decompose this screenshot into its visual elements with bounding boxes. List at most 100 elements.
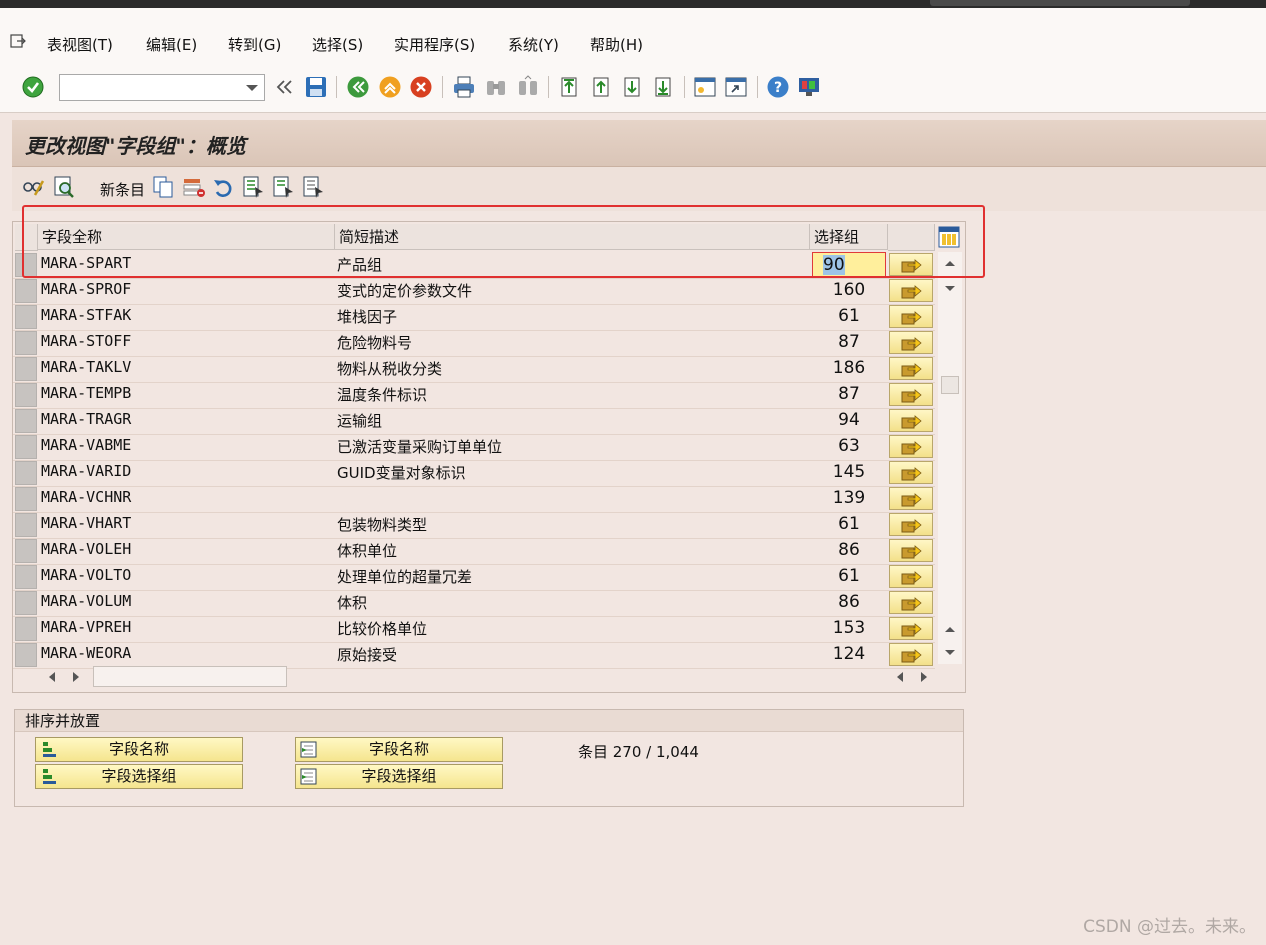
row-navigate-button[interactable] [889, 279, 933, 302]
selection-group-input[interactable]: 86 [812, 538, 886, 563]
sort-by-field-name-button[interactable]: 字段名称 [35, 737, 243, 762]
row-navigate-button[interactable] [889, 305, 933, 328]
selection-group-input[interactable]: 61 [812, 564, 886, 589]
column-header-short-description[interactable]: 简短描述 [335, 224, 810, 250]
select-block-icon[interactable] [271, 175, 295, 199]
new-entries-button[interactable]: 新条目 [100, 179, 145, 200]
selection-group-input[interactable]: 186 [812, 356, 886, 381]
customize-layout-icon[interactable] [797, 75, 821, 99]
row-navigate-button[interactable] [889, 565, 933, 588]
last-page-icon[interactable] [651, 75, 675, 99]
menu-goto[interactable]: 转到(G) [228, 34, 281, 55]
row-navigate-button[interactable] [889, 513, 933, 536]
back-icon[interactable] [346, 75, 370, 99]
menu-selection[interactable]: 选择(S) [312, 34, 363, 55]
dropdown-arrow-icon[interactable] [246, 85, 258, 91]
row-selector[interactable] [15, 617, 37, 641]
horizontal-scroll-thumb[interactable] [93, 666, 287, 687]
undo-change-icon[interactable] [211, 175, 235, 199]
find-next-icon[interactable] [516, 75, 540, 99]
display-change-glasses-icon[interactable] [21, 175, 45, 199]
row-navigate-button[interactable] [889, 253, 933, 276]
row-selector[interactable] [15, 513, 37, 537]
exit-icon[interactable] [378, 75, 402, 99]
row-selector[interactable] [15, 643, 37, 667]
find-icon[interactable] [484, 75, 508, 99]
row-navigate-button[interactable] [889, 487, 933, 510]
selection-group-input[interactable]: 86 [812, 590, 886, 615]
scroll-down-arrow-icon[interactable] [943, 284, 957, 294]
menu-exit-icon[interactable] [10, 34, 26, 48]
row-selector[interactable] [15, 331, 37, 355]
row-navigate-button[interactable] [889, 357, 933, 380]
selection-group-input[interactable]: 160 [812, 278, 886, 303]
horizontal-scrollbar[interactable] [41, 666, 961, 688]
row-navigate-button[interactable] [889, 539, 933, 562]
column-header-field-name[interactable]: 字段全称 [38, 224, 335, 250]
save-icon[interactable] [304, 75, 328, 99]
scroll-left-arrow-icon[interactable] [47, 671, 57, 683]
vertical-scrollbar[interactable] [938, 252, 962, 664]
table-settings-icon[interactable] [938, 226, 960, 248]
position-by-field-group-button[interactable]: 字段选择组 [295, 764, 503, 789]
collapse-double-chevron-icon[interactable] [272, 75, 296, 99]
scroll-page-up-arrow-icon[interactable] [943, 624, 957, 634]
next-page-icon[interactable] [620, 75, 644, 99]
selection-group-input[interactable]: 90 [812, 252, 886, 277]
select-all-header[interactable] [15, 224, 38, 251]
selection-group-input[interactable]: 61 [812, 512, 886, 537]
copy-as-icon[interactable] [151, 175, 175, 199]
row-navigate-button[interactable] [889, 435, 933, 458]
delete-icon[interactable] [182, 175, 206, 199]
selection-group-input[interactable]: 94 [812, 408, 886, 433]
selection-group-input[interactable]: 153 [812, 616, 886, 641]
row-selector[interactable] [15, 409, 37, 433]
scroll-page-down-arrow-icon[interactable] [943, 648, 957, 658]
row-selector[interactable] [15, 435, 37, 459]
create-session-icon[interactable] [693, 75, 717, 99]
row-selector[interactable] [15, 253, 37, 277]
enter-check-icon[interactable] [21, 75, 45, 99]
scroll-up-arrow-icon[interactable] [943, 258, 957, 268]
selection-group-input[interactable]: 61 [812, 304, 886, 329]
column-header-selection-group[interactable]: 选择组 [810, 224, 888, 250]
menu-system[interactable]: 系统(Y) [508, 34, 559, 55]
row-navigate-button[interactable] [889, 617, 933, 640]
selection-group-input[interactable]: 145 [812, 460, 886, 485]
menu-edit[interactable]: 编辑(E) [146, 34, 197, 55]
row-selector[interactable] [15, 383, 37, 407]
row-selector[interactable] [15, 591, 37, 615]
selection-group-input[interactable]: 87 [812, 382, 886, 407]
row-selector[interactable] [15, 487, 37, 511]
row-navigate-button[interactable] [889, 591, 933, 614]
row-navigate-button[interactable] [889, 409, 933, 432]
details-magnifier-icon[interactable] [52, 175, 76, 199]
menu-help[interactable]: 帮助(H) [590, 34, 643, 55]
row-selector[interactable] [15, 461, 37, 485]
menu-table-view[interactable]: 表视图(T) [47, 34, 113, 55]
vertical-scroll-thumb[interactable] [941, 376, 959, 394]
selection-group-input[interactable]: 124 [812, 642, 886, 667]
row-selector[interactable] [15, 357, 37, 381]
sort-by-field-group-button[interactable]: 字段选择组 [35, 764, 243, 789]
first-page-icon[interactable] [557, 75, 581, 99]
row-navigate-button[interactable] [889, 461, 933, 484]
row-navigate-button[interactable] [889, 383, 933, 406]
scroll-right-arrow-icon[interactable] [71, 671, 81, 683]
row-selector[interactable] [15, 279, 37, 303]
row-selector[interactable] [15, 565, 37, 589]
command-field[interactable] [59, 74, 265, 101]
position-by-field-name-button[interactable]: 字段名称 [295, 737, 503, 762]
menu-utilities[interactable]: 实用程序(S) [394, 34, 475, 55]
scroll-col-left-arrow-icon[interactable] [895, 671, 905, 683]
generate-shortcut-icon[interactable] [724, 75, 748, 99]
selection-group-input[interactable]: 63 [812, 434, 886, 459]
help-icon[interactable]: ? [766, 75, 790, 99]
row-selector[interactable] [15, 539, 37, 563]
scroll-col-right-arrow-icon[interactable] [919, 671, 929, 683]
previous-page-icon[interactable] [589, 75, 613, 99]
row-navigate-button[interactable] [889, 643, 933, 666]
row-navigate-button[interactable] [889, 331, 933, 354]
selection-group-input[interactable]: 87 [812, 330, 886, 355]
cancel-icon[interactable] [409, 75, 433, 99]
